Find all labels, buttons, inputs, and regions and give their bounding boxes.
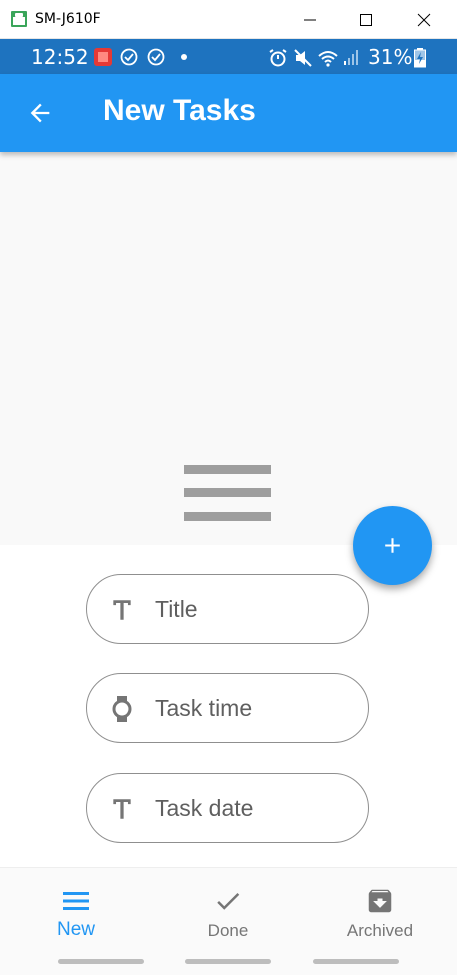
maximize-icon bbox=[360, 14, 372, 26]
status-time: 12:52 bbox=[31, 45, 89, 69]
battery-charging-icon bbox=[414, 48, 426, 68]
check-circle-icon bbox=[120, 48, 138, 66]
check-icon bbox=[217, 892, 240, 910]
gesture-hint-bar bbox=[185, 959, 271, 964]
back-button[interactable] bbox=[26, 99, 54, 127]
add-task-fab[interactable] bbox=[353, 506, 432, 585]
archive-icon bbox=[368, 889, 392, 913]
more-notifications-dot-icon bbox=[181, 54, 187, 60]
mute-icon bbox=[294, 49, 312, 67]
app-bar: New Tasks bbox=[0, 74, 457, 152]
menu-icon bbox=[63, 892, 89, 910]
android-app-icon bbox=[11, 11, 27, 27]
text-t-icon bbox=[113, 799, 131, 819]
nav-label-done: Done bbox=[207, 921, 249, 940]
text-t-icon bbox=[113, 600, 131, 620]
plus-icon bbox=[385, 538, 400, 553]
arrow-back-icon bbox=[30, 103, 50, 123]
nav-label-new: New bbox=[56, 919, 95, 940]
gesture-hint-bar bbox=[58, 959, 144, 964]
alarm-icon bbox=[269, 49, 287, 67]
close-button[interactable] bbox=[411, 7, 437, 33]
title-field[interactable]: Title bbox=[86, 574, 369, 644]
task-date-placeholder: Task date bbox=[155, 795, 254, 821]
battery-percentage: 31% bbox=[368, 45, 413, 69]
nav-item-done[interactable]: Done bbox=[152, 868, 304, 948]
close-icon bbox=[417, 13, 431, 27]
window-title-bar: SM-J610F bbox=[0, 0, 457, 39]
add-task-sheet: Title Task time Task date bbox=[0, 545, 457, 867]
task-time-field[interactable]: Task time bbox=[86, 673, 369, 743]
status-bar: 12:52 31% bbox=[0, 39, 457, 74]
check-circle-icon bbox=[147, 48, 165, 66]
gesture-hint-bar bbox=[313, 959, 399, 964]
page-title: New Tasks bbox=[103, 94, 256, 127]
maximize-button[interactable] bbox=[353, 7, 379, 33]
signal-icon bbox=[344, 50, 358, 65]
watch-icon bbox=[112, 696, 132, 722]
nav-item-new[interactable]: New bbox=[0, 868, 152, 948]
minimize-button[interactable] bbox=[297, 7, 323, 33]
nav-item-archived[interactable]: Archived bbox=[304, 868, 456, 948]
notification-app-icon bbox=[94, 48, 112, 66]
window-title: SM-J610F bbox=[35, 11, 101, 27]
nav-label-archived: Archived bbox=[346, 921, 414, 940]
title-placeholder: Title bbox=[155, 596, 198, 622]
wifi-icon bbox=[318, 51, 338, 67]
task-date-field[interactable]: Task date bbox=[86, 773, 369, 843]
task-time-placeholder: Task time bbox=[155, 695, 253, 721]
menu-icon bbox=[184, 465, 271, 521]
minimize-icon bbox=[304, 19, 316, 21]
